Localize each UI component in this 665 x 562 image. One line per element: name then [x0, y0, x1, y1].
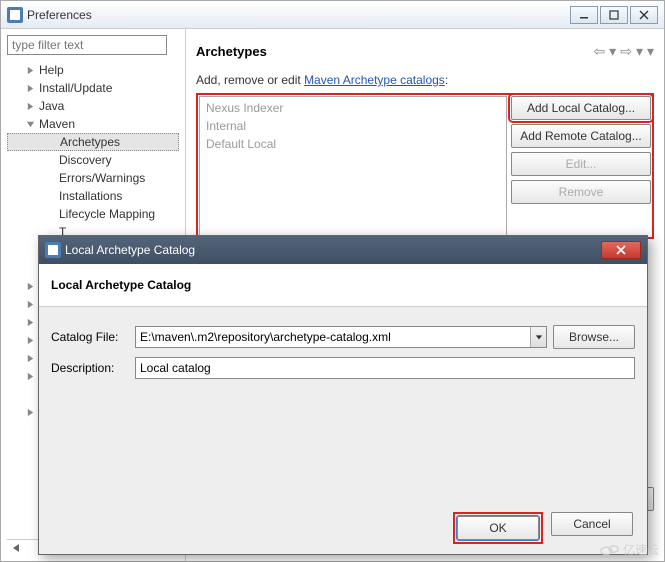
dialog-header: Local Archetype Catalog [39, 264, 647, 307]
page-nav: ⇦▾ ⇨▾ ▾ [593, 43, 654, 60]
nav-menu-icon[interactable]: ▾ [647, 43, 654, 60]
description-row: Description: [51, 357, 635, 379]
tree-item-discovery[interactable]: Discovery [7, 151, 179, 169]
tree-item-help[interactable]: Help [7, 61, 179, 79]
watermark: 亿速云 [599, 541, 659, 558]
minimize-button[interactable] [570, 6, 598, 24]
dialog-titlebar: Local Archetype Catalog [39, 236, 647, 264]
catalog-file-label: Catalog File: [51, 330, 129, 344]
tree-item-errors[interactable]: Errors/Warnings [7, 169, 179, 187]
catalog-file-row: Catalog File: Browse... [51, 325, 635, 349]
dialog-footer: OK Cancel [453, 512, 633, 544]
tree-item-lifecycle[interactable]: Lifecycle Mapping [7, 205, 179, 223]
catalog-item[interactable]: Default Local [206, 137, 500, 155]
catalogs-link[interactable]: Maven Archetype catalogs [304, 73, 445, 87]
local-archetype-dialog: Local Archetype Catalog Local Archetype … [38, 235, 648, 555]
maximize-button[interactable] [600, 6, 628, 24]
browse-button[interactable]: Browse... [553, 325, 635, 349]
dialog-heading: Local Archetype Catalog [51, 278, 191, 292]
filter-input[interactable] [7, 35, 167, 55]
remove-catalog-button: Remove [511, 180, 651, 204]
description-label: Description: [51, 361, 129, 375]
dialog-close-button[interactable] [601, 241, 641, 259]
desc-suffix: : [445, 73, 448, 87]
close-button[interactable] [630, 6, 658, 24]
titlebar: Preferences [1, 1, 664, 29]
tree-item-archetypes[interactable]: Archetypes [7, 133, 179, 151]
nav-fwd-menu[interactable]: ▾ [636, 43, 643, 60]
page-title: Archetypes [196, 44, 267, 59]
edit-catalog-button: Edit... [511, 152, 651, 176]
page-header: Archetypes ⇦▾ ⇨▾ ▾ [196, 37, 654, 65]
nav-back-menu[interactable]: ▾ [609, 43, 616, 60]
window-controls [570, 6, 658, 24]
catalog-item[interactable]: Internal [206, 119, 500, 137]
catalog-buttons: Add Local Catalog... Add Remote Catalog.… [511, 96, 651, 236]
desc-prefix: Add, remove or edit [196, 73, 304, 87]
window-title: Preferences [27, 8, 570, 22]
catalogs-area: Nexus Indexer Internal Default Local Add… [196, 93, 654, 239]
nav-fwd-icon[interactable]: ⇨ [620, 43, 632, 60]
dialog-title: Local Archetype Catalog [65, 243, 601, 257]
ok-highlight: OK [453, 512, 543, 544]
combo-arrow-icon[interactable] [530, 327, 546, 347]
dialog-body: Catalog File: Browse... Description: [39, 307, 647, 405]
tree-item-maven[interactable]: Maven [7, 115, 179, 133]
catalog-item[interactable]: Nexus Indexer [206, 101, 500, 119]
add-local-catalog-button[interactable]: Add Local Catalog... [511, 96, 651, 120]
ok-button[interactable]: OK [457, 516, 539, 540]
dialog-icon [45, 242, 61, 258]
tree-item-installations[interactable]: Installations [7, 187, 179, 205]
catalog-file-combo[interactable] [135, 326, 547, 348]
description-row: Add, remove or edit Maven Archetype cata… [196, 73, 654, 87]
tree-item-java[interactable]: Java [7, 97, 179, 115]
add-remote-catalog-button[interactable]: Add Remote Catalog... [511, 124, 651, 148]
catalog-file-input[interactable] [135, 326, 547, 348]
nav-back-icon[interactable]: ⇦ [593, 43, 605, 60]
description-input[interactable] [135, 357, 635, 379]
catalog-list[interactable]: Nexus Indexer Internal Default Local [199, 96, 507, 236]
cancel-button[interactable]: Cancel [551, 512, 633, 536]
app-icon [7, 7, 23, 23]
tree-item-install[interactable]: Install/Update [7, 79, 179, 97]
